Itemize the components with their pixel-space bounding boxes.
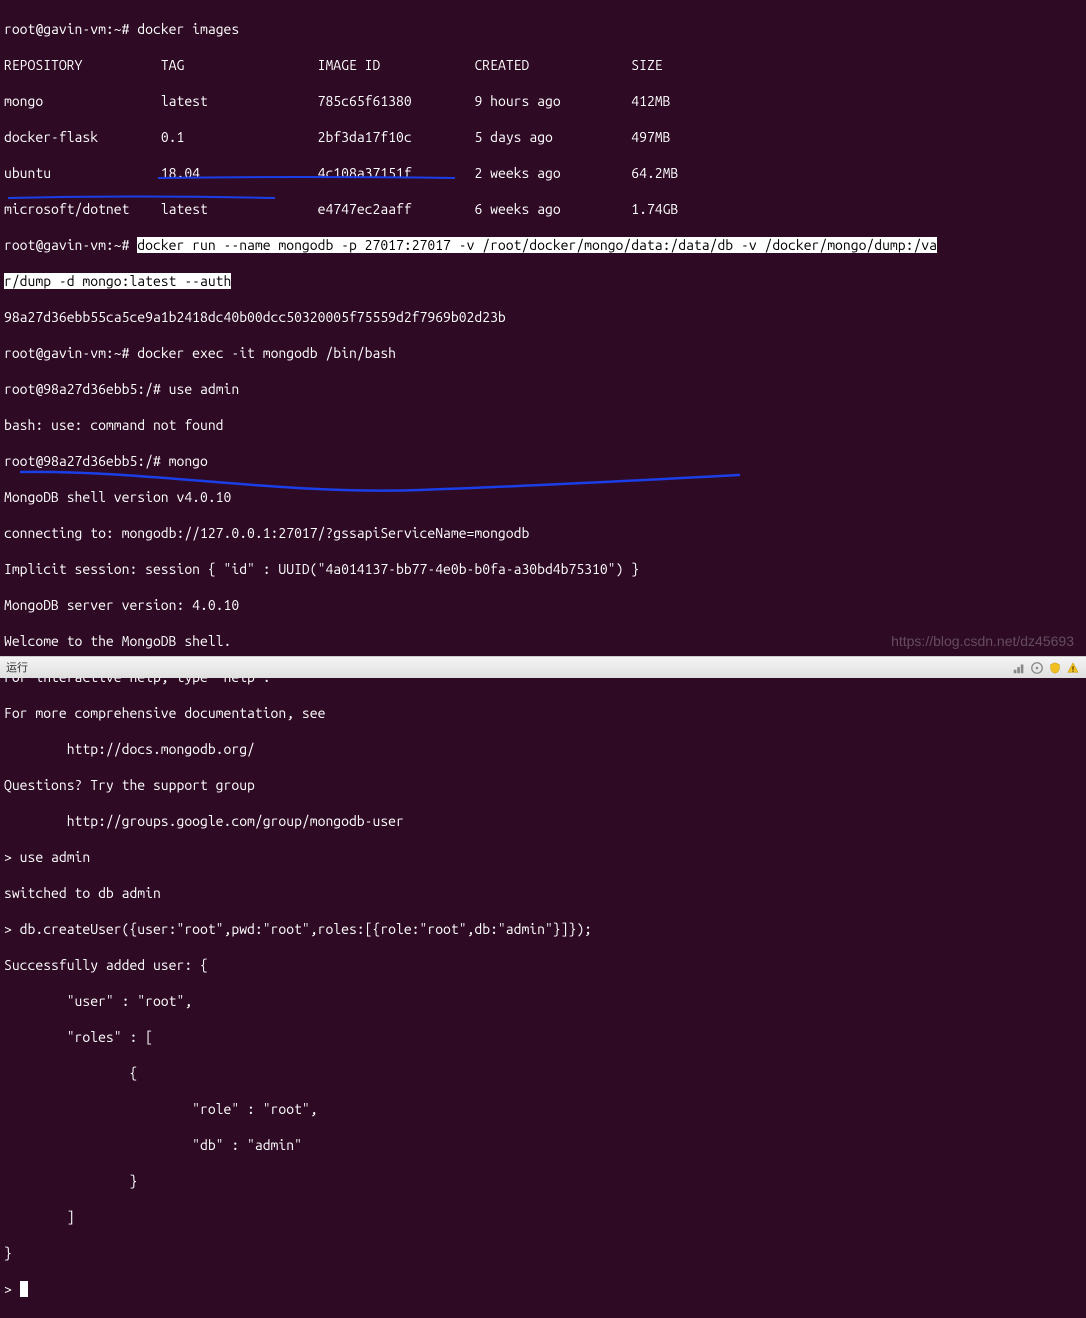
table-row: microsoft/dotnet latest e4747ec2aaff 6 w… (4, 200, 1082, 218)
prompt: root@gavin-vm:~# (4, 237, 129, 253)
mongo-prompt: > (4, 1281, 20, 1297)
prompt: root@gavin-vm:~# (4, 345, 129, 361)
prompt: root@98a27d36ebb5:/# (4, 453, 161, 469)
mongo-output: } (4, 1172, 1082, 1190)
mongo-output: Successfully added user: { (4, 956, 1082, 974)
mongo-output: Questions? Try the support group (4, 776, 1082, 794)
command-docker-run-highlighted: docker run --name mongodb -p 27017:27017… (137, 237, 937, 253)
mongo-output: Implicit session: session { "id" : UUID(… (4, 560, 1082, 578)
watermark-text: https://blog.csdn.net/dz45693 (891, 632, 1074, 650)
mongo-cmd-use-admin: > use admin (4, 848, 1082, 866)
mongo-output: connecting to: mongodb://127.0.0.1:27017… (4, 524, 1082, 542)
table-row: ubuntu 18.04 4c108a37151f 2 weeks ago 64… (4, 164, 1082, 182)
container-id-output: 98a27d36ebb55ca5ce9a1b2418dc40b00dcc5032… (4, 308, 1082, 326)
table-row: docker-flask 0.1 2bf3da17f10c 5 days ago… (4, 128, 1082, 146)
mongo-output: For more comprehensive documentation, se… (4, 704, 1082, 722)
mongo-output: http://groups.google.com/group/mongodb-u… (4, 812, 1082, 830)
command-use-admin: use admin (169, 381, 240, 397)
mongo-output: ] (4, 1208, 1082, 1226)
mongo-output: MongoDB shell version v4.0.10 (4, 488, 1082, 506)
mongo-output: http://docs.mongodb.org/ (4, 740, 1082, 758)
mongo-output: switched to db admin (4, 884, 1082, 902)
tray-shield-icon[interactable] (1048, 661, 1062, 675)
command-docker-images: docker images (137, 21, 239, 37)
bash-error: bash: use: command not found (4, 416, 1082, 434)
prompt: root@98a27d36ebb5:/# (4, 381, 161, 397)
mongo-output: "role" : "root", (4, 1100, 1082, 1118)
mongo-output: "user" : "root", (4, 992, 1082, 1010)
command-docker-exec: docker exec -it mongodb /bin/bash (137, 345, 396, 361)
mongo-cmd-createuser: > db.createUser({user:"root",pwd:"root",… (4, 920, 1082, 938)
tray-warning-icon[interactable] (1066, 661, 1080, 675)
prompt: root@gavin-vm:~# (4, 21, 129, 37)
col-header: REPOSITORY TAG IMAGE ID CREATED SIZE (4, 57, 663, 73)
command-docker-run-highlighted: r/dump -d mongo:latest --auth (4, 273, 231, 289)
mongo-output: "db" : "admin" (4, 1136, 1082, 1154)
status-text: 运行 (6, 659, 28, 677)
tray-network-icon[interactable] (1012, 661, 1026, 675)
cursor-icon[interactable] (20, 1281, 28, 1297)
command-mongo: mongo (169, 453, 208, 469)
mongo-output: "roles" : [ (4, 1028, 1082, 1046)
table-row: mongo latest 785c65f61380 9 hours ago 41… (4, 92, 1082, 110)
mongo-output: } (4, 1244, 1082, 1262)
mongo-output: { (4, 1064, 1082, 1082)
status-bar: 运行 (0, 656, 1086, 678)
tray-icons (1012, 661, 1080, 675)
mongo-output: MongoDB server version: 4.0.10 (4, 596, 1082, 614)
tray-disk-icon[interactable] (1030, 661, 1044, 675)
